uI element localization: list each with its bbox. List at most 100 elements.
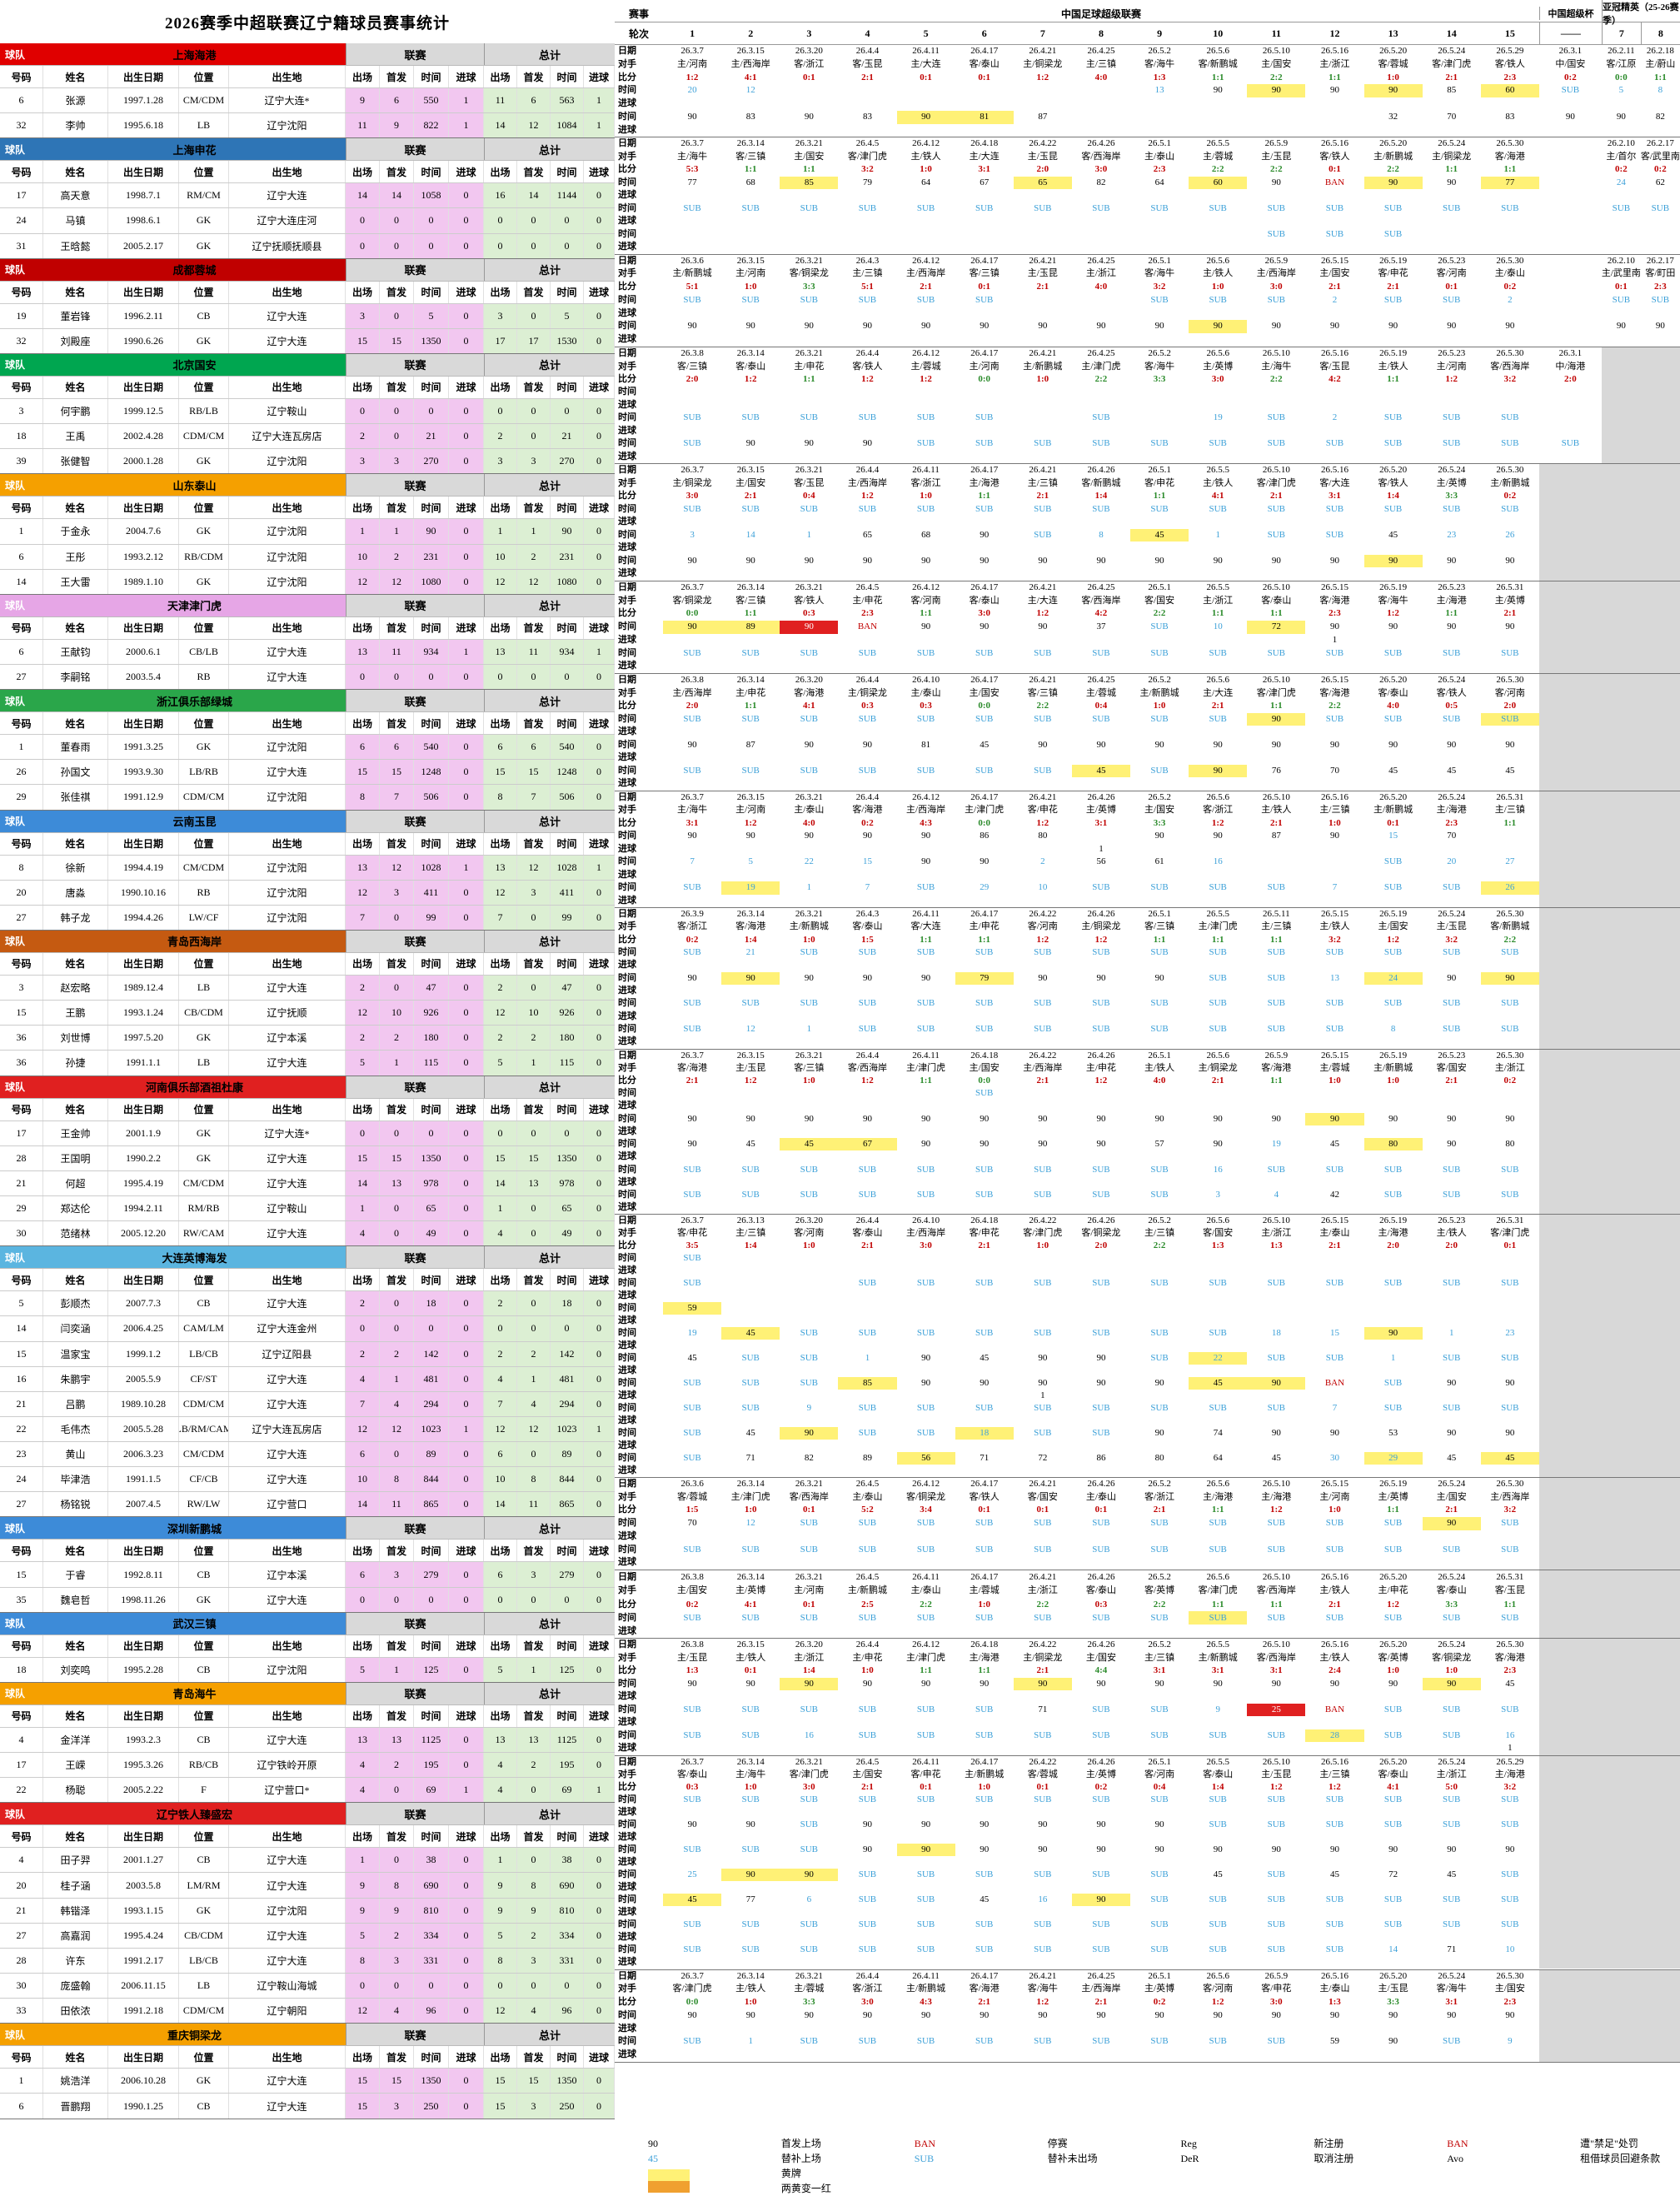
date-cell: 26.5.10 xyxy=(1262,1572,1290,1583)
time-cell: SUB xyxy=(1209,882,1227,893)
date-cell: 26.4.11 xyxy=(912,1756,940,1767)
goal-cell xyxy=(1305,124,1363,137)
number-col: 号码 xyxy=(0,497,43,519)
date-cell xyxy=(1538,1639,1602,1652)
time-cell: SUB xyxy=(741,294,760,305)
time-cell: 45 xyxy=(721,1327,780,1340)
league-stat: 0 xyxy=(449,905,484,930)
opp-cell: 主/泰山 xyxy=(1494,268,1525,279)
time-cell: SUB xyxy=(1383,1278,1403,1289)
time-cell: 45 xyxy=(663,1894,722,1907)
player-position: F xyxy=(179,1778,229,1803)
player-row: 26 孙国文 1993.9.30 LB/RB 辽宁大连 15 15 1248 0 15 15 1248… xyxy=(0,759,615,785)
time-cell: 90 xyxy=(980,321,990,332)
total-minutes-col: 时间 xyxy=(551,1825,584,1848)
round-number: 13 xyxy=(1388,27,1398,39)
goal-cell xyxy=(1130,333,1189,347)
player-dob: 1993.1.15 xyxy=(108,1898,179,1923)
time-cell: SUB xyxy=(1034,1794,1052,1804)
player-dob: 1995.4.19 xyxy=(108,1170,179,1195)
goal-cell xyxy=(1072,777,1130,790)
goal-label: 进球 xyxy=(618,216,636,227)
goals-col: 进球 xyxy=(449,497,484,519)
time-cell: SUB xyxy=(975,713,994,724)
date-row: 日期 26.3.6 26.3.15 26.3.21 26.4.3 26.4.12 26.4.… xyxy=(615,255,1680,268)
goal-cell xyxy=(955,1906,1014,1919)
player-name: 郑达伦 xyxy=(43,1195,108,1221)
player-number: 14 xyxy=(0,1316,43,1341)
time-cell: 90 xyxy=(980,856,990,867)
legend-symbol-a: 90 xyxy=(648,2138,658,2149)
player-name: 王金帅 xyxy=(43,1120,108,1145)
league-stat: 5 xyxy=(346,1051,380,1076)
time-cell xyxy=(1601,1277,1641,1290)
time-cell: SUB xyxy=(1092,1944,1110,1955)
goal-cell xyxy=(1247,333,1305,347)
date-cell: 26.3.14 xyxy=(736,1572,765,1583)
goal-cell xyxy=(1423,1415,1481,1427)
time-cell: SUB xyxy=(1150,503,1169,514)
position-col: 位置 xyxy=(179,1269,229,1291)
goal-cell xyxy=(838,751,896,764)
player-number: 31 xyxy=(0,233,43,258)
goal-cell xyxy=(955,1530,1014,1544)
team-block: 球队 深圳新鹏城 联赛 总计 号码 姓名 出生日期 位置 出生地 出场 首发 时间 进球 出场 首发 时间 进球… xyxy=(0,1517,615,1613)
date-cell: 26.4.12 xyxy=(912,1640,940,1650)
score-cell xyxy=(1538,1075,1602,1088)
score-cell: 1:0 xyxy=(802,1240,815,1251)
player-birthplace: 辽宁大连 xyxy=(229,1145,346,1170)
score-cell: 2:1 xyxy=(1036,282,1049,292)
column-header-row: 号码 姓名 出生日期 位置 出生地 出场 首发 时间 进球 出场 首发 时间 进球 xyxy=(0,375,615,398)
goal-cell xyxy=(1305,843,1363,856)
time-cell: SUB xyxy=(683,1704,701,1714)
goal-cell xyxy=(1640,1175,1680,1189)
time-cell: 90 xyxy=(687,1678,697,1689)
player-position: GK xyxy=(179,233,229,258)
score-label: 比分 xyxy=(618,934,636,945)
total-starts-col: 首发 xyxy=(517,832,551,855)
time-cell xyxy=(1602,228,1641,241)
goal-cell xyxy=(1247,1440,1305,1452)
date-cell xyxy=(1601,1969,1641,1984)
total-stat: 0 xyxy=(584,760,615,785)
opp-cell: 主/河南 xyxy=(1436,361,1467,372)
player-row: 29 郑达伦 1994.2.11 RM/RB 辽宁鞍山 1 0 65 0 1 0 65 0 xyxy=(0,1195,615,1221)
time-cell: SUB xyxy=(683,1164,701,1175)
column-header-row: 号码 姓名 出生日期 位置 出生地 出场 首发 时间 进球 出场 首发 时间 进球 xyxy=(0,831,615,855)
total-header: 总计 xyxy=(484,1612,615,1635)
time-cell: SUB xyxy=(1501,1278,1519,1289)
time-cell: SUB xyxy=(916,1023,935,1034)
goal-cell xyxy=(1072,241,1130,253)
time-cell xyxy=(1640,437,1680,451)
time-cell: 90 xyxy=(980,1819,990,1829)
date-cell: 26.5.19 xyxy=(1379,1050,1408,1061)
goal-cell xyxy=(838,189,896,202)
legend-desc-a: 新注册 xyxy=(1314,2138,1344,2149)
goal-cell xyxy=(1072,425,1130,437)
time-cell: SUB xyxy=(1325,1819,1344,1829)
goal-cell xyxy=(1423,895,1481,907)
total-header: 总计 xyxy=(484,690,615,712)
goal-cell xyxy=(1130,777,1189,790)
date-row: 日期 26.3.7 26.3.14 26.3.21 26.4.4 26.4.11 26.4.… xyxy=(615,1969,1680,1984)
league-stat: 0 xyxy=(449,1848,484,1873)
player-name: 刘奕鸣 xyxy=(43,1657,108,1682)
league-stat: 2 xyxy=(380,1341,414,1366)
goal-cell xyxy=(1247,1011,1305,1023)
goal-cell xyxy=(663,634,721,647)
score-cell: 2:1 xyxy=(1036,491,1049,502)
score-cell: 0:1 xyxy=(802,1505,815,1515)
league-stat: 0 xyxy=(449,1051,484,1076)
time-cell: 90 xyxy=(721,971,780,985)
time-cell: SUB xyxy=(1150,1189,1169,1200)
time-cell: 26 xyxy=(1480,881,1539,895)
goal-row: 进球 xyxy=(615,1414,1680,1427)
date-cell: 26.4.5 xyxy=(855,1572,880,1583)
goal-cell xyxy=(1423,1176,1481,1189)
player-row: 32 李帅 1995.6.18 LB 辽宁沈阳 11 9 822 1 14 12 1084 1 xyxy=(0,112,615,138)
time-label: 时间 xyxy=(618,1278,636,1289)
time-cell: 90 xyxy=(1013,1677,1072,1691)
goal-cell xyxy=(721,1530,780,1544)
team-name: 武汉三镇 xyxy=(172,1618,217,1631)
total-stat: 5 xyxy=(484,1051,517,1076)
